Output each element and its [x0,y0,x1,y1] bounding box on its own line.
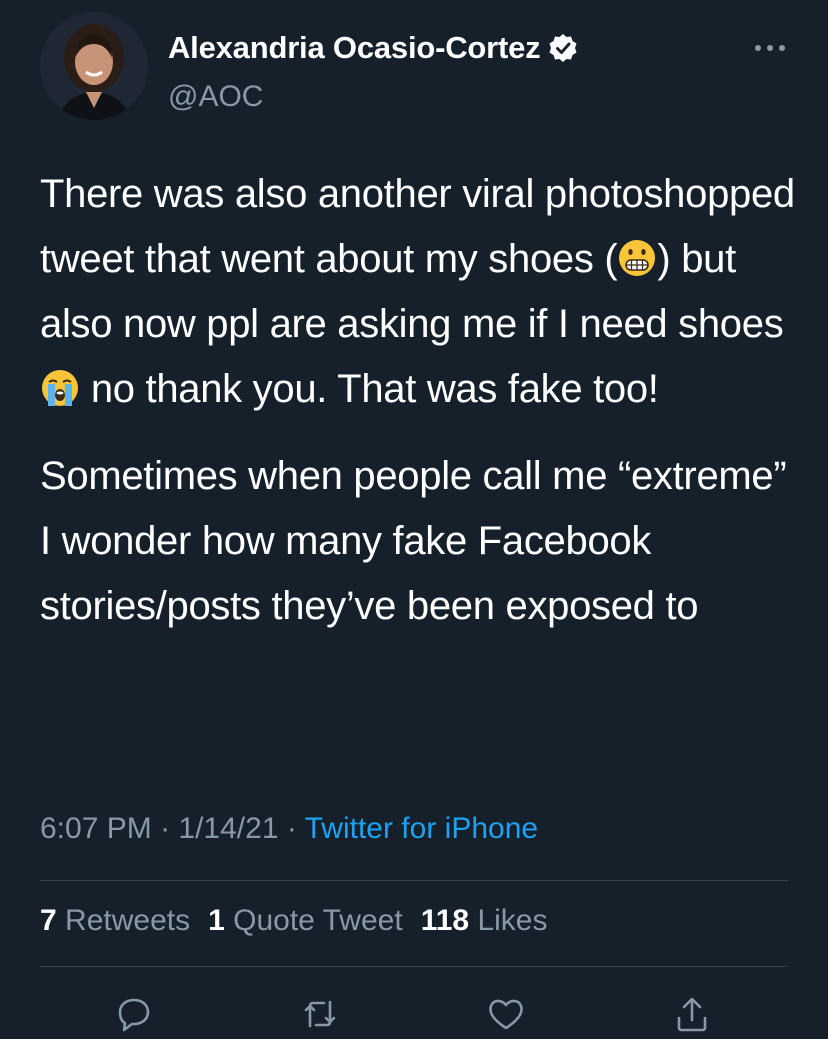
handle[interactable]: @AOC [168,80,263,114]
grimacing-face-emoji-icon [617,233,657,276]
loudly-crying-face-emoji-icon [40,363,80,406]
verified-badge-icon [548,33,578,63]
tweet-source-link[interactable]: Twitter for iPhone [305,812,538,845]
meta-separator: · [151,812,179,845]
divider [40,966,788,967]
share-icon[interactable] [672,994,712,1034]
divider [40,880,788,881]
quote-tweets-count: 1 [208,904,225,937]
retweets-label: Retweets [65,904,191,937]
tweet-date[interactable]: 1/14/21 [178,812,278,845]
display-name[interactable]: Alexandria Ocasio-Cortez [168,30,541,66]
likes-stat[interactable]: 118 Likes [421,904,548,937]
retweets-stat[interactable]: 7 Retweets [40,904,190,937]
likes-count: 118 [420,904,470,937]
name-row: Alexandria Ocasio-Cortez [168,30,578,66]
tweet-header: Alexandria Ocasio-Cortez @AOC [40,12,788,122]
retweet-icon[interactable] [300,994,340,1034]
meta-separator: · [278,812,305,845]
tweet-paragraph-1: There was also another viral photoshoppe… [40,162,800,422]
like-icon[interactable] [486,994,526,1034]
reply-icon[interactable] [114,994,154,1034]
tweet-actions [0,994,828,1034]
tweet-time[interactable]: 6:07 PM [40,812,152,845]
retweets-count: 7 [40,904,57,937]
quote-tweets-stat[interactable]: 1 Quote Tweet [208,904,403,937]
quote-tweets-label: Quote Tweet [233,904,403,937]
engagement-stats: 7 Retweets 1 Quote Tweet 118 Likes [40,904,565,938]
more-options-icon[interactable] [752,40,788,56]
tweet-paragraph-2: Sometimes when people call me “extreme” … [40,454,787,628]
tweet-meta: 6:07 PM · 1/14/21 · Twitter for iPhone [40,812,538,846]
likes-label: Likes [477,904,548,937]
tweet-text: There was also another viral photoshoppe… [40,162,800,639]
avatar[interactable] [40,12,148,120]
tweet-text-segment: no thank you. That was fake too! [80,367,659,411]
